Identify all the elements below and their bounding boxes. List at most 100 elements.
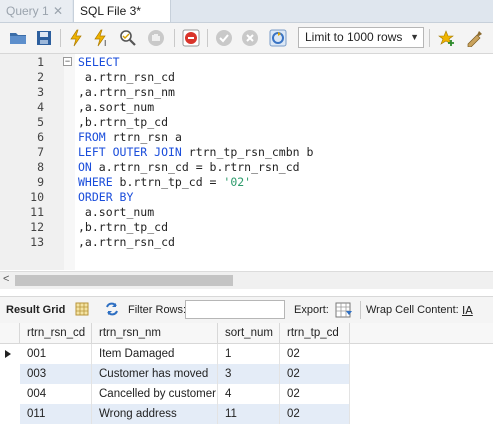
stop-icon[interactable] [146, 28, 166, 48]
sql-text: a.rtrn_rsn_cd [78, 70, 175, 84]
row-indicator[interactable] [0, 404, 20, 424]
line-number: 11 [30, 205, 44, 219]
result-toolbar: Result Grid Filter Rows: Export: Wrap Ce… [0, 296, 493, 325]
sql-keyword: ORDER BY [78, 190, 134, 204]
limit-rows-value: Limit to 1000 rows [305, 30, 403, 44]
current-row-icon [5, 350, 11, 358]
code-line[interactable]: a.rtrn_rsn_cd [78, 70, 175, 84]
table-row[interactable]: 001 Item Damaged 1 02 [0, 344, 493, 364]
line-number: 7 [37, 145, 44, 159]
code-line[interactable]: ,a.rtrn_rsn_nm [78, 85, 175, 99]
line-number: 3 [37, 85, 44, 99]
explain-icon[interactable] [118, 28, 138, 48]
sql-text: rtrn_rsn a [105, 130, 182, 144]
table-row[interactable]: 011 Wrong address 11 02 [0, 404, 493, 424]
table-cell[interactable]: Wrong address [92, 404, 218, 424]
line-number: 9 [37, 175, 44, 189]
code-line[interactable]: WHERE b.rtrn_tp_cd = '02' [78, 175, 251, 189]
table-row[interactable]: 003 Customer has moved 3 02 [0, 364, 493, 384]
table-cell[interactable]: 11 [218, 404, 280, 424]
column-header[interactable]: rtrn_rsn_cd [20, 323, 92, 343]
sql-editor[interactable]: − 1 SELECT 2 a.rtrn_rsn_cd 3 ,a.rtrn_rsn_nm 4… [0, 54, 493, 270]
sql-text: ,a.sort_num [78, 100, 155, 114]
autocommit-icon[interactable] [268, 28, 288, 48]
folder-open-icon[interactable] [8, 28, 28, 48]
column-header[interactable]: rtrn_rsn_nm [92, 323, 218, 343]
table-row[interactable]: 004 Cancelled by customer 4 02 [0, 384, 493, 404]
sql-string: '02' [223, 175, 252, 189]
svg-text:I: I [104, 39, 106, 47]
tab-query-1[interactable]: Query 1 ✕ [0, 0, 72, 22]
execute-icon[interactable] [66, 28, 86, 48]
toggle-error-icon[interactable] [181, 28, 201, 48]
fold-marker-icon[interactable]: − [63, 57, 72, 66]
sql-text: rtrn_tp_rsn_cmbn b [181, 145, 314, 159]
editor-horizontal-scrollbar[interactable]: < [0, 271, 493, 289]
limit-rows-select[interactable]: Limit to 1000 rows ▼ [298, 27, 424, 48]
export-icon[interactable] [335, 301, 353, 322]
table-cell[interactable]: 02 [280, 404, 350, 424]
sql-text: a.rtrn_rsn_cd = b.rtrn_rsn_cd [91, 160, 300, 174]
commit-icon[interactable] [214, 28, 234, 48]
table-cell[interactable]: Item Damaged [92, 344, 218, 364]
scrollbar-thumb[interactable] [15, 275, 233, 286]
table-cell[interactable]: Customer has moved [92, 364, 218, 384]
table-cell[interactable]: 001 [20, 344, 92, 364]
code-line[interactable]: ,b.rtrn_tp_cd [78, 115, 168, 129]
row-indicator[interactable] [0, 344, 20, 364]
code-line[interactable]: ORDER BY [78, 190, 133, 204]
sql-text: ,b.rtrn_tp_cd [78, 115, 169, 129]
save-icon[interactable] [34, 28, 54, 48]
code-line[interactable]: ,a.rtrn_rsn_cd [78, 235, 175, 249]
column-header[interactable]: rtrn_tp_cd [280, 323, 350, 343]
sql-keyword: WHERE [78, 175, 113, 189]
column-header[interactable]: sort_num [218, 323, 280, 343]
refresh-icon[interactable] [104, 302, 120, 319]
table-cell[interactable]: 011 [20, 404, 92, 424]
result-grid-tab[interactable]: Result Grid [6, 304, 65, 316]
line-number: 13 [30, 235, 44, 249]
add-snippet-icon[interactable] [436, 28, 456, 48]
scroll-left-icon[interactable]: < [3, 273, 9, 285]
sql-text: ,b.rtrn_tp_cd [78, 220, 169, 234]
table-cell[interactable]: 02 [280, 364, 350, 384]
tab-label: Query 1 [6, 4, 49, 18]
code-line[interactable]: ,b.rtrn_tp_cd [78, 220, 168, 234]
row-indicator[interactable] [0, 384, 20, 404]
line-number: 4 [37, 100, 44, 114]
table-cell[interactable]: 02 [280, 384, 350, 404]
close-icon[interactable]: ✕ [53, 0, 63, 22]
grid-view-icon[interactable] [75, 302, 89, 319]
sql-keyword: LEFT OUTER JOIN [78, 145, 182, 159]
row-indicator[interactable] [0, 364, 20, 384]
tab-sql-file-3[interactable]: SQL File 3* [73, 0, 171, 22]
line-number: 6 [37, 130, 44, 144]
table-cell[interactable]: 1 [218, 344, 280, 364]
filter-rows-label: Filter Rows: [128, 304, 187, 316]
sql-toolbar: I Limit to 1000 rows ▼ [0, 23, 493, 54]
table-cell[interactable]: 004 [20, 384, 92, 404]
line-number: 12 [30, 220, 44, 234]
line-number: 10 [30, 190, 44, 204]
rollback-icon[interactable] [240, 28, 260, 48]
code-line[interactable]: ,a.sort_num [78, 100, 154, 114]
code-line[interactable]: ON a.rtrn_rsn_cd = b.rtrn_rsn_cd [78, 160, 300, 174]
code-line[interactable]: LEFT OUTER JOIN rtrn_tp_rsn_cmbn b [78, 145, 313, 159]
table-cell[interactable]: 02 [280, 344, 350, 364]
table-cell[interactable]: 3 [218, 364, 280, 384]
sql-text: ,a.rtrn_rsn_cd [78, 235, 175, 249]
filter-rows-input[interactable] [185, 300, 285, 319]
sql-text: a.sort_num [78, 205, 155, 219]
table-cell[interactable]: 4 [218, 384, 280, 404]
line-number: 5 [37, 115, 44, 129]
code-line[interactable]: a.sort_num [78, 205, 154, 219]
wrap-cell-label: Wrap Cell Content: [366, 304, 459, 316]
beautify-icon[interactable] [464, 28, 484, 48]
wrap-cell-icon[interactable]: IA [462, 304, 473, 317]
table-cell[interactable]: 003 [20, 364, 92, 384]
tab-label: SQL File 3* [80, 4, 141, 18]
table-cell[interactable]: Cancelled by customer [92, 384, 218, 404]
code-line[interactable]: FROM rtrn_rsn a [78, 130, 182, 144]
code-line[interactable]: SELECT [78, 55, 120, 69]
execute-current-icon[interactable]: I [92, 28, 112, 48]
